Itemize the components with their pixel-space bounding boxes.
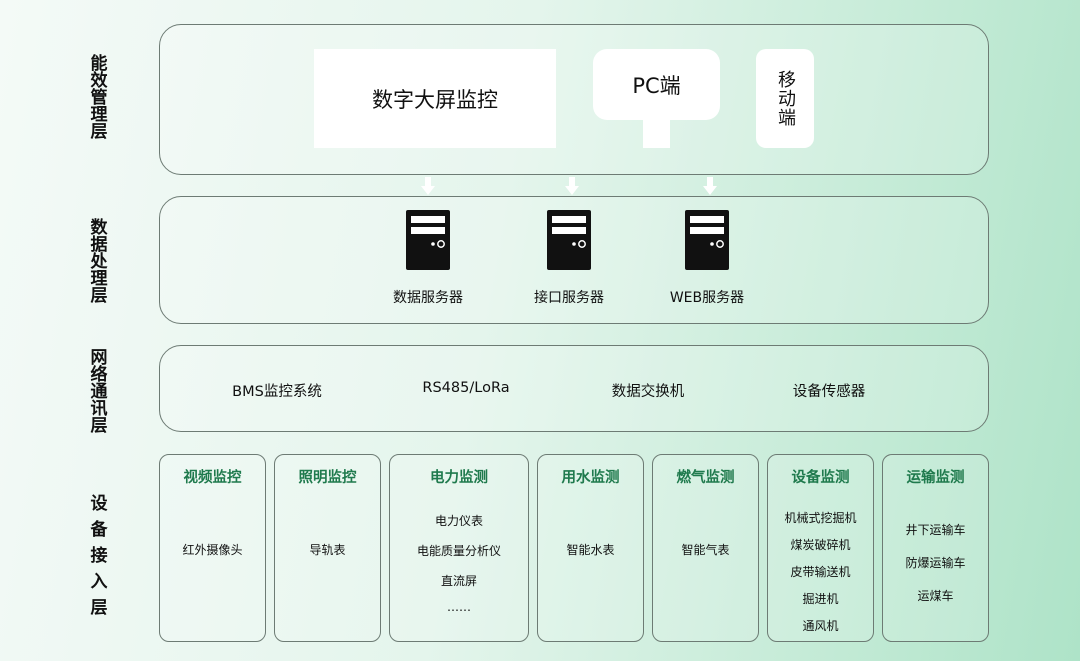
card-item: 掘进机	[802, 592, 839, 606]
card-item: 煤炭破碎机	[790, 538, 851, 552]
side-label-data-processing: 数据处理层	[86, 217, 107, 303]
card-item: 电能质量分析仪	[416, 544, 501, 558]
server-icon	[547, 210, 591, 270]
device-card-water: 用水监测 智能水表	[537, 454, 644, 642]
card-title: 用水监测	[561, 470, 620, 486]
card-item: 井下运输车	[905, 523, 966, 537]
device-card-transport: 运输监测 井下运输车 防爆运输车 运煤车	[882, 454, 989, 642]
server-icon	[685, 210, 729, 270]
card-item: 红外摄像头	[182, 543, 243, 557]
card-item: ……	[447, 600, 471, 614]
card-item: 运煤车	[917, 589, 954, 603]
device-card-video: 视频监控 红外摄像头	[159, 454, 266, 642]
energy-management-layer	[159, 24, 989, 175]
server-label-data: 数据服务器	[393, 290, 463, 306]
pc-terminal-box: PC端	[593, 49, 720, 120]
device-card-power: 电力监测 电力仪表 电能质量分析仪 直流屏 ……	[389, 454, 529, 642]
card-title: 电力监测	[430, 470, 488, 486]
big-screen-monitor-box: 数字大屏监控	[314, 49, 556, 148]
down-arrow-icon	[703, 177, 717, 195]
device-card-lighting: 照明监控 导轨表	[274, 454, 381, 642]
card-title: 燃气监测	[676, 470, 735, 486]
server-icon	[406, 210, 450, 270]
card-item: 机械式挖掘机	[784, 511, 857, 525]
network-item-rs485-lora: RS485/LoRa	[422, 380, 510, 396]
card-item: 通风机	[802, 619, 839, 633]
card-item: 皮带输送机	[790, 565, 851, 579]
card-title: 设备监测	[791, 470, 850, 486]
mobile-terminal-box: 移动端	[756, 49, 814, 148]
card-title: 视频监控	[183, 470, 242, 486]
side-label-device-access: 设备接入层	[86, 494, 107, 624]
card-title: 运输监测	[906, 470, 965, 486]
card-title: 照明监控	[298, 470, 357, 486]
device-card-gas: 燃气监测 智能气表	[652, 454, 759, 642]
server-label-interface: 接口服务器	[534, 290, 604, 306]
pc-stand	[643, 118, 670, 148]
network-item-data-switch: 数据交换机	[611, 384, 685, 400]
server-label-web: WEB服务器	[669, 290, 745, 306]
down-arrow-icon	[565, 177, 579, 195]
down-arrow-icon	[421, 177, 435, 195]
card-item: 防爆运输车	[905, 556, 966, 570]
network-item-device-sensor: 设备传感器	[792, 384, 866, 400]
side-label-energy-management: 能效管理层	[86, 53, 107, 139]
card-item: 电力仪表	[434, 514, 483, 528]
side-label-network-communication: 网络通讯层	[86, 347, 107, 433]
card-item: 导轨表	[309, 543, 346, 557]
card-item: 直流屏	[440, 574, 477, 588]
network-item-bms: BMS监控系统	[232, 384, 322, 400]
card-item: 智能水表	[566, 543, 615, 557]
card-item: 智能气表	[681, 543, 730, 557]
device-card-equipment: 设备监测 机械式挖掘机 煤炭破碎机 皮带输送机 掘进机 通风机	[767, 454, 874, 642]
